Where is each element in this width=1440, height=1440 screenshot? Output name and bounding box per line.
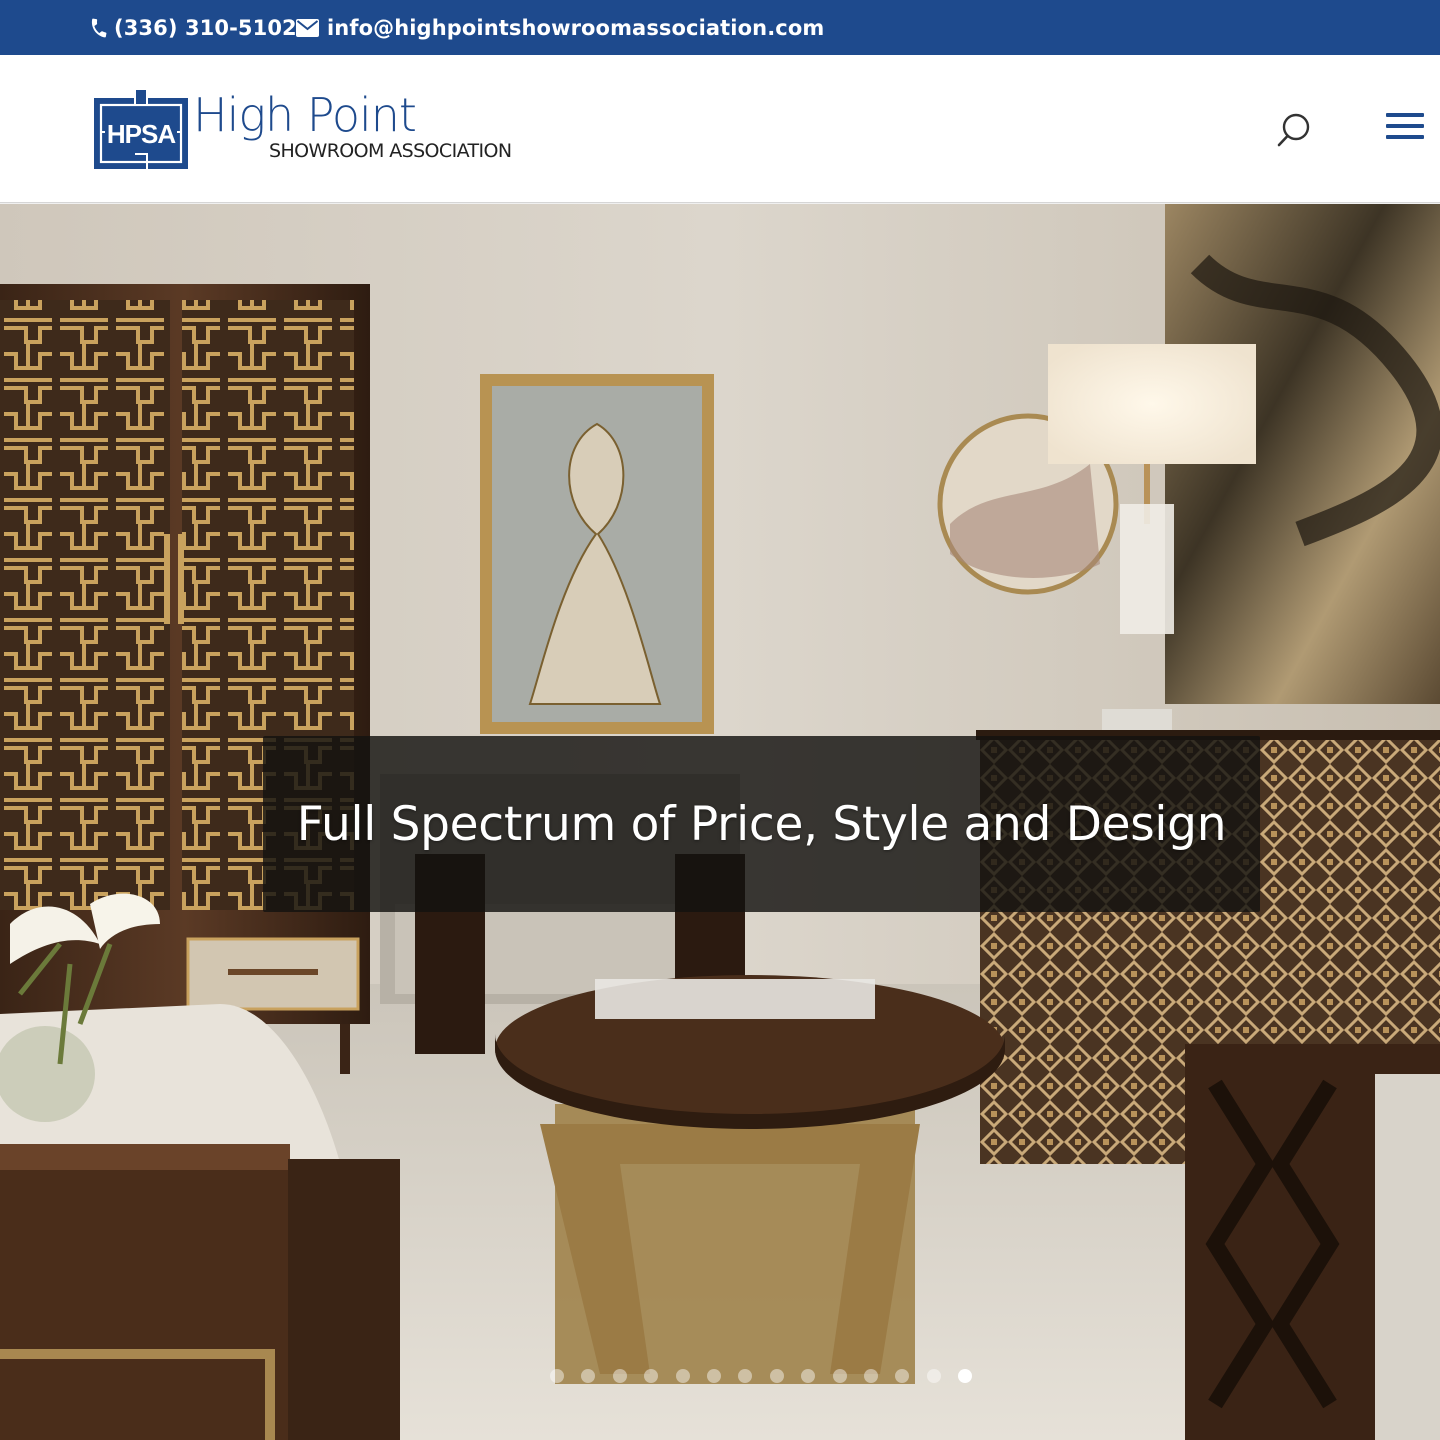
slider-dot[interactable] bbox=[675, 1369, 690, 1383]
logo-mark-text: HPSA bbox=[107, 119, 176, 149]
envelope-icon bbox=[296, 18, 319, 37]
hero-caption-box: Full Spectrum of Price, Style and Design bbox=[263, 736, 1260, 912]
slider-dot[interactable] bbox=[581, 1369, 596, 1383]
menu-bar bbox=[1386, 124, 1424, 128]
menu-bar bbox=[1386, 135, 1424, 139]
email-link[interactable]: info@highpointshowroomassociation.com bbox=[296, 0, 824, 55]
hero-slider[interactable]: Full Spectrum of Price, Style and Design bbox=[0, 204, 1440, 1440]
slider-dot[interactable] bbox=[895, 1369, 910, 1383]
hamburger-menu-button[interactable] bbox=[1386, 113, 1424, 143]
hero-caption-title: Full Spectrum of Price, Style and Design bbox=[296, 796, 1227, 852]
site-logo[interactable]: HPSA High Point SHOWROOM ASSOCIATION bbox=[93, 88, 523, 172]
logo-name: High Point bbox=[193, 88, 417, 142]
slider-dot[interactable] bbox=[738, 1369, 753, 1383]
search-button[interactable] bbox=[1276, 111, 1312, 151]
menu-bar bbox=[1386, 113, 1424, 117]
phone-icon bbox=[91, 18, 107, 37]
slider-dot[interactable] bbox=[769, 1369, 784, 1383]
top-contact-bar: (336) 310-5102 info@highpointshowroomass… bbox=[0, 0, 1440, 55]
slider-pagination bbox=[550, 1369, 973, 1383]
logo-subtitle: SHOWROOM ASSOCIATION bbox=[269, 140, 512, 162]
phone-link[interactable]: (336) 310-5102 bbox=[88, 0, 297, 55]
slider-dot[interactable] bbox=[801, 1369, 816, 1383]
site-header: HPSA High Point SHOWROOM ASSOCIATION bbox=[0, 55, 1440, 203]
search-icon bbox=[1277, 113, 1310, 147]
email-address: info@highpointshowroomassociation.com bbox=[327, 15, 825, 40]
slider-dot[interactable] bbox=[926, 1369, 941, 1383]
slider-dot[interactable] bbox=[612, 1369, 627, 1383]
hpsa-logo-mark: HPSA bbox=[94, 88, 188, 169]
slider-dot[interactable] bbox=[644, 1369, 659, 1383]
slider-dot[interactable] bbox=[863, 1369, 878, 1383]
phone-number: (336) 310-5102 bbox=[114, 15, 297, 40]
slider-dot[interactable] bbox=[832, 1369, 847, 1383]
slider-dot[interactable] bbox=[706, 1369, 721, 1383]
slider-dot[interactable] bbox=[550, 1369, 564, 1383]
slider-dot-active[interactable] bbox=[958, 1369, 973, 1383]
